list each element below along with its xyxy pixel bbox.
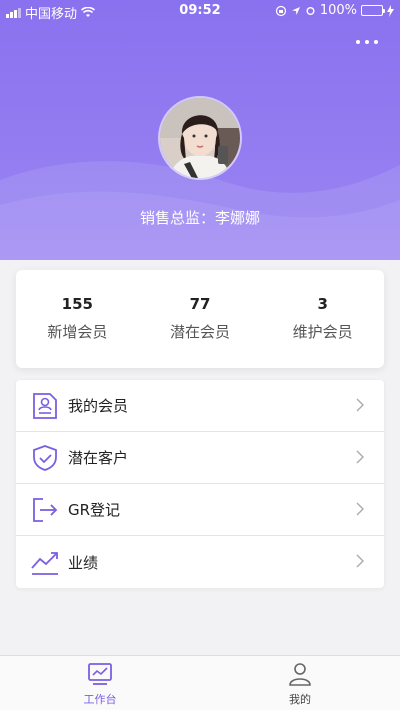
profile-header: 销售总监：李娜娜: [0, 0, 400, 260]
exit-arrow-icon: [30, 495, 60, 525]
tab-label: 工作台: [83, 693, 117, 706]
battery-percent: 100%: [319, 3, 357, 18]
member-card-icon: [30, 391, 60, 421]
menu-list: 我的会员 潜在客户 GR登记 业绩: [16, 380, 384, 588]
more-options-icon[interactable]: [352, 36, 382, 48]
menu-item-label: GR登记: [68, 501, 121, 519]
tab-workbench[interactable]: 工作台: [0, 656, 200, 710]
trend-chart-icon: [30, 547, 60, 577]
tab-bar: 工作台 我的: [0, 655, 400, 710]
stat-label: 新增会员: [47, 323, 108, 341]
status-bar: 中国移动 09:52 100%: [0, 0, 400, 22]
avatar[interactable]: [158, 96, 242, 180]
stat-potential-members[interactable]: 77 潜在会员: [139, 270, 262, 368]
menu-item-gr-register[interactable]: GR登记: [16, 484, 384, 536]
stat-value: 3: [317, 295, 328, 313]
chevron-right-icon: [356, 450, 364, 464]
menu-item-my-members[interactable]: 我的会员: [16, 380, 384, 432]
alarm-icon: [306, 7, 315, 15]
charging-icon: [387, 4, 394, 17]
chevron-right-icon: [356, 398, 364, 412]
stat-value: 77: [189, 295, 211, 313]
shield-check-icon: [30, 443, 60, 473]
stat-value: 155: [61, 295, 93, 313]
menu-item-performance[interactable]: 业绩: [16, 536, 384, 588]
menu-item-label: 潜在客户: [68, 449, 129, 467]
stat-label: 维护会员: [292, 323, 353, 341]
lock-rotation-icon: [275, 5, 286, 16]
chevron-right-icon: [356, 554, 364, 568]
stats-card: 155 新增会员 77 潜在会员 3 维护会员: [16, 270, 384, 368]
menu-item-potential-clients[interactable]: 潜在客户: [16, 432, 384, 484]
workbench-chart-icon: [88, 663, 112, 685]
menu-item-label: 我的会员: [68, 397, 129, 415]
stat-maintain-members[interactable]: 3 维护会员: [261, 270, 384, 368]
battery-icon: [361, 5, 385, 16]
menu-item-label: 业绩: [68, 553, 99, 572]
tab-mine[interactable]: 我的: [200, 656, 400, 710]
stat-label: 潜在会员: [170, 323, 231, 341]
user-title: 销售总监：李娜娜: [139, 209, 260, 227]
chevron-right-icon: [356, 502, 364, 516]
tab-label: 我的: [289, 693, 311, 706]
location-icon: [291, 6, 300, 15]
stat-new-members[interactable]: 155 新增会员: [16, 270, 139, 368]
user-icon: [289, 663, 311, 686]
